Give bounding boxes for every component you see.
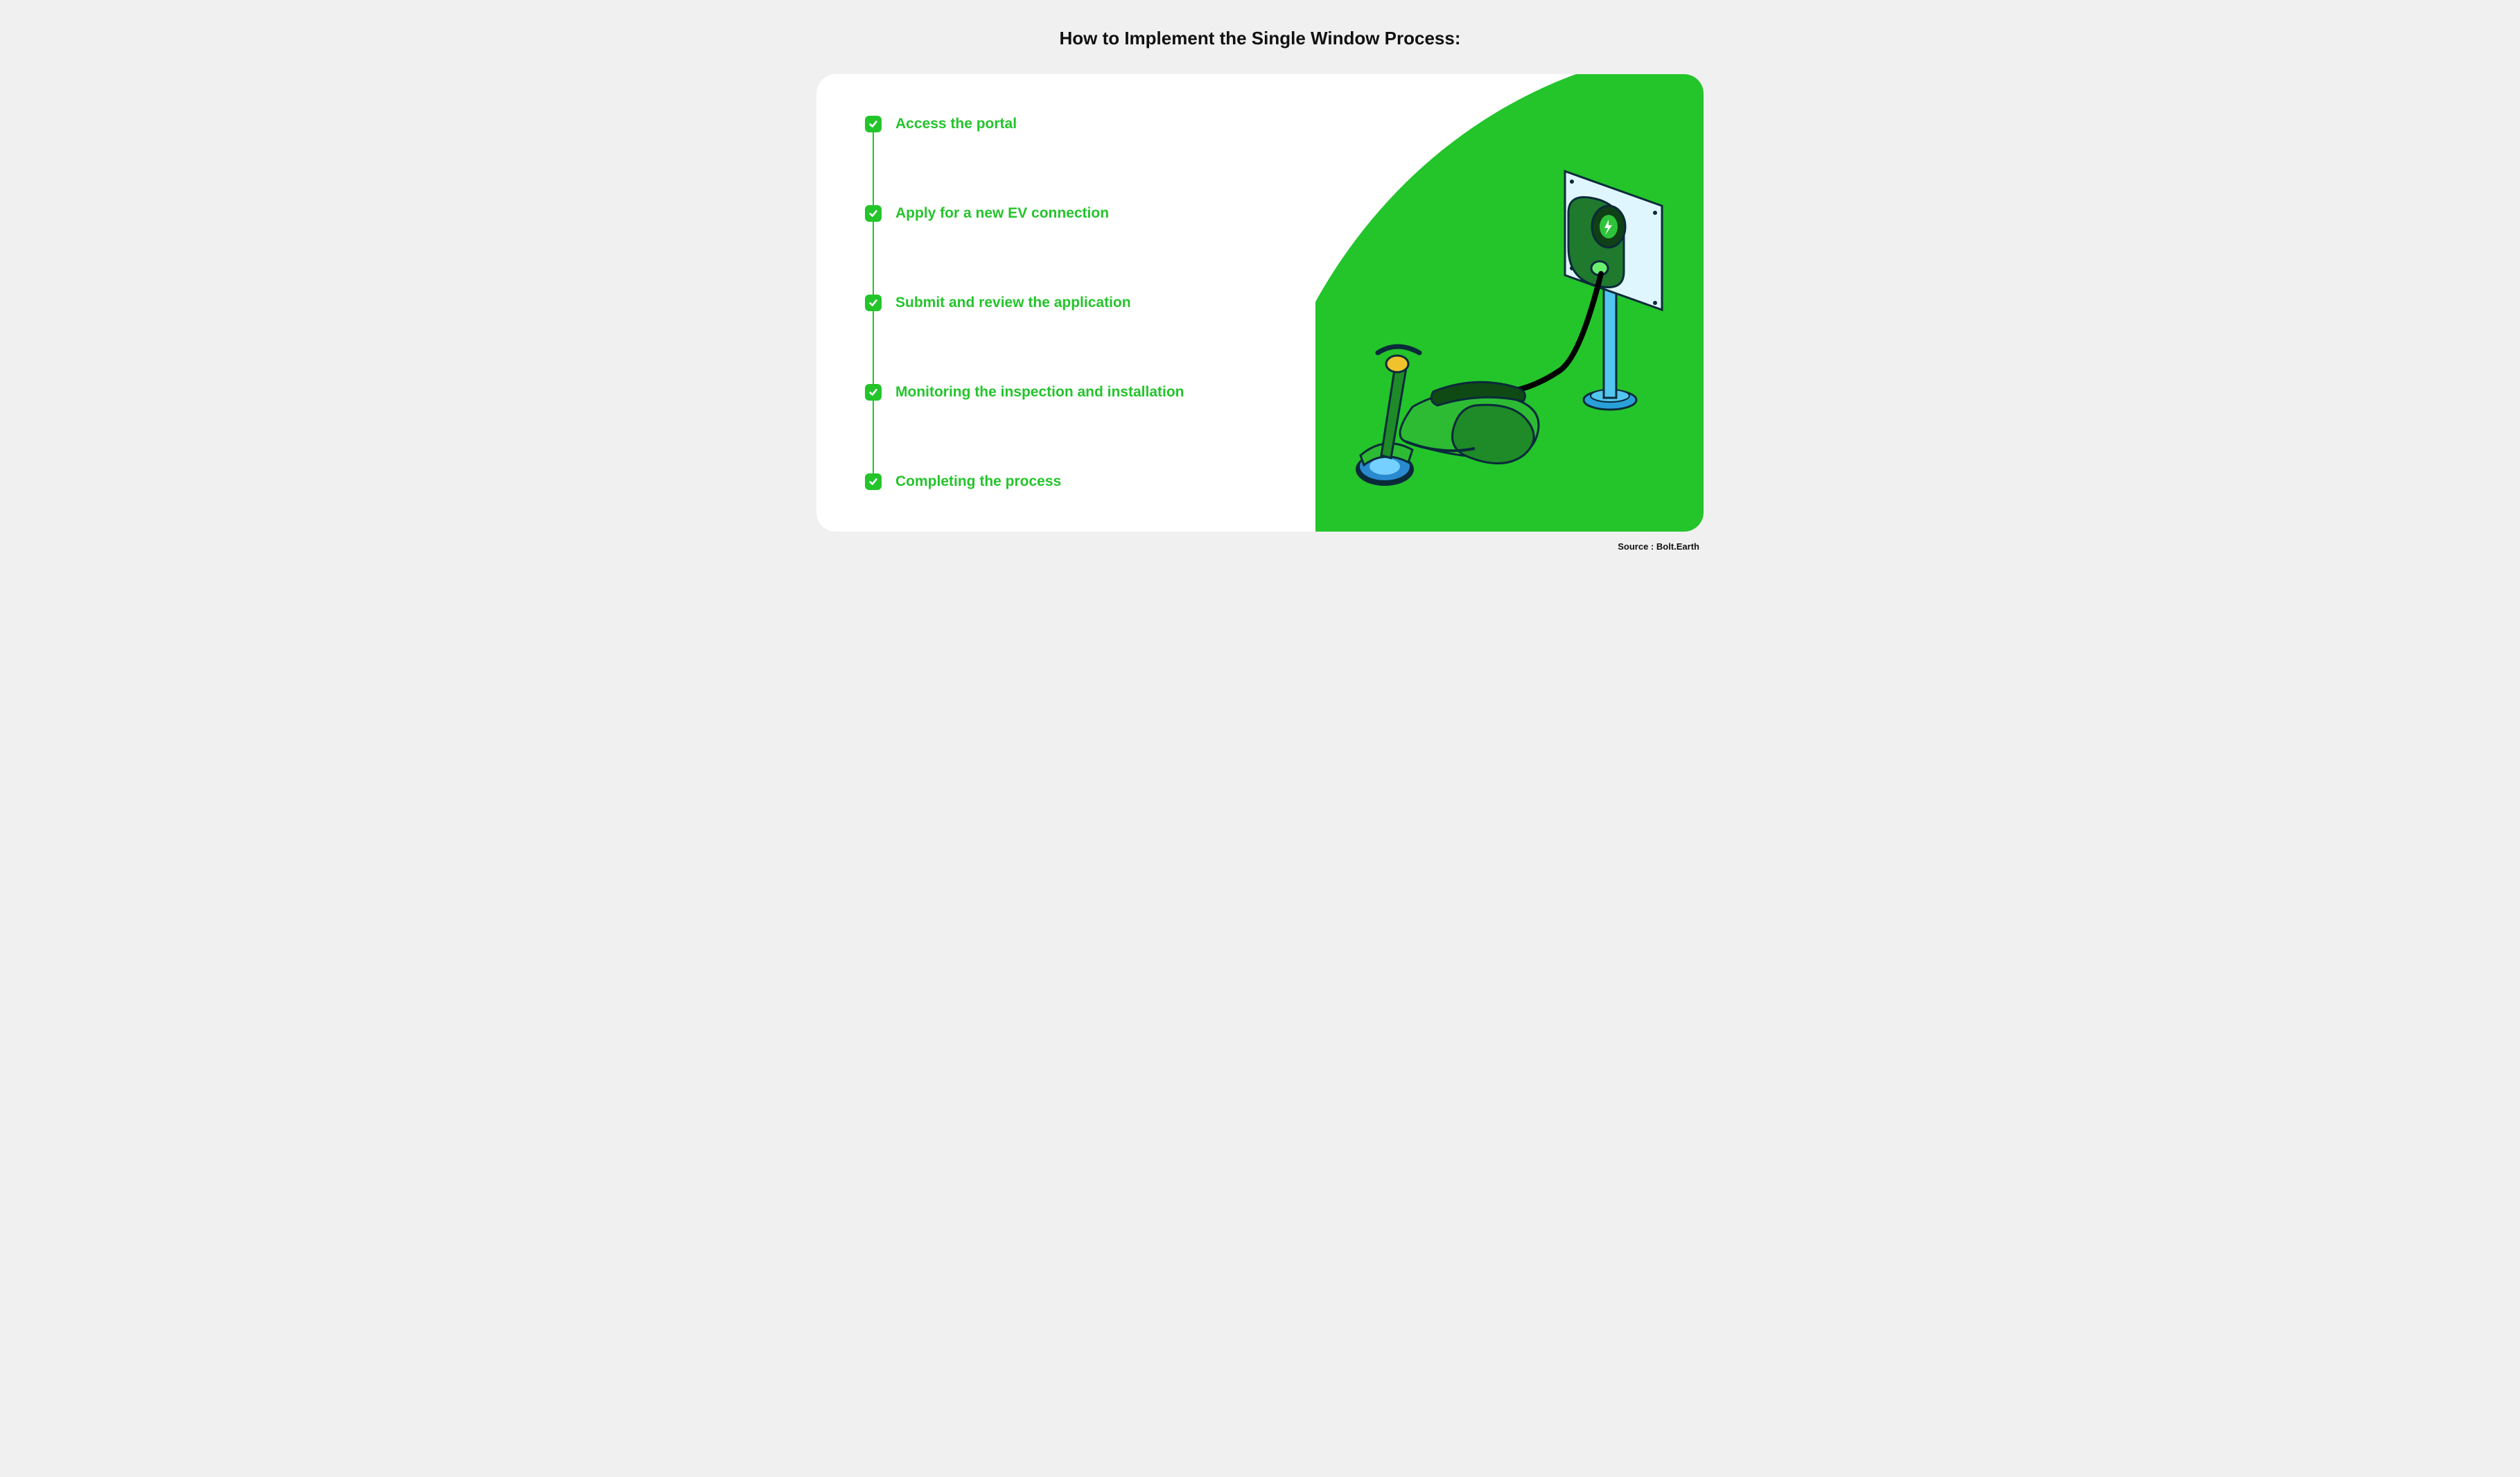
step-label: Completing the process — [895, 473, 1061, 490]
source-attribution: Source : Bolt.Earth — [816, 541, 1704, 552]
check-icon — [865, 384, 882, 401]
check-icon — [865, 116, 882, 132]
page-title: How to Implement the Single Window Proce… — [1059, 28, 1460, 49]
process-card: Access the portal Apply for a new EV con… — [816, 74, 1704, 532]
step-item: Access the portal — [865, 116, 1184, 132]
charger-unit-icon — [1568, 198, 1625, 288]
check-icon — [865, 205, 882, 222]
check-icon — [865, 473, 882, 490]
charging-cable-icon — [1476, 274, 1601, 393]
step-label: Access the portal — [895, 116, 1017, 132]
step-item: Submit and review the application — [865, 295, 1184, 311]
step-label: Monitoring the inspection and installati… — [895, 384, 1184, 401]
scooter-icon — [1356, 347, 1539, 486]
steps-list: Access the portal Apply for a new EV con… — [816, 74, 1184, 532]
step-label: Submit and review the application — [895, 295, 1131, 311]
step-item: Completing the process — [865, 473, 1184, 490]
check-icon — [865, 295, 882, 311]
ev-scooter-charger-illustration — [1336, 157, 1683, 504]
step-item: Monitoring the inspection and installati… — [865, 384, 1184, 401]
step-label: Apply for a new EV connection — [895, 205, 1109, 222]
step-item: Apply for a new EV connection — [865, 205, 1184, 222]
illustration-area — [1315, 74, 1704, 532]
